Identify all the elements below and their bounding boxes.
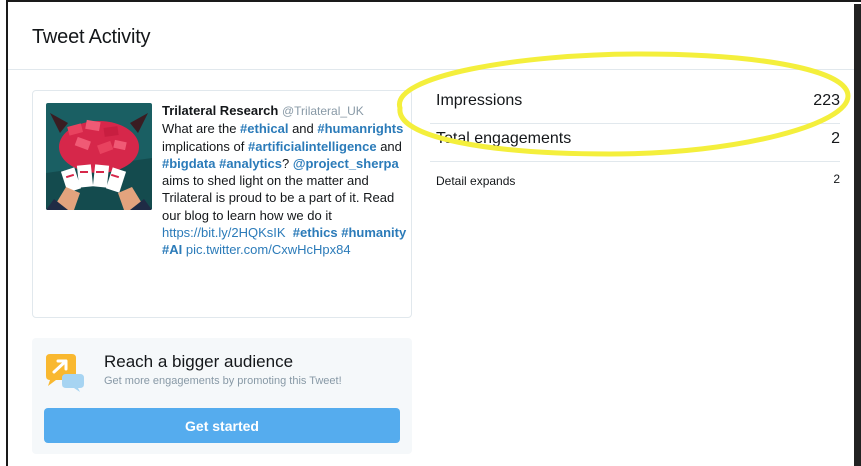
hashtag-link[interactable]: #AI	[162, 242, 182, 257]
hashtag-link[interactable]: #humanrights	[317, 121, 403, 136]
dialog-title: Tweet Activity	[32, 26, 151, 48]
hashtag-link[interactable]: #ethics	[293, 225, 338, 240]
author-handle[interactable]: @Trilateral_UK	[282, 104, 364, 118]
tweet-card[interactable]: Trilateral Research @Trilateral_UK What …	[32, 90, 412, 318]
author-name[interactable]: Trilateral Research	[162, 103, 278, 118]
metric-label: Impressions	[436, 92, 523, 109]
hashtag-link[interactable]: #humanity	[341, 225, 406, 240]
hashtag-link[interactable]: #artificialintelligence	[248, 139, 377, 154]
hashtag-link[interactable]: #bigdata	[162, 156, 215, 171]
tweet-text-segment: and	[376, 138, 402, 154]
tweet-text: Trilateral Research @Trilateral_UK What …	[162, 102, 407, 259]
tweet-text-segment: and	[288, 121, 318, 137]
promote-subtitle: Get more engagements by promoting this T…	[104, 375, 342, 387]
get-started-button[interactable]: Get started	[44, 408, 400, 443]
metric-value: 223	[813, 92, 840, 109]
metric-row-detail-expands: Detail expands 2	[430, 162, 840, 194]
metric-label: Total engagements	[436, 130, 572, 147]
dialog-header: Tweet Activity	[8, 2, 861, 70]
blog-link[interactable]: https://bit.ly/2HQKsIK	[162, 225, 286, 240]
hashtag-link[interactable]: #analytics	[219, 156, 282, 171]
mention-link[interactable]: @project_sherpa	[293, 156, 399, 171]
promote-title: Reach a bigger audience	[104, 352, 294, 371]
tweet-text-segment: ?	[281, 155, 293, 171]
metrics-panel: Impressions 223 Total engagements 2 Deta…	[430, 86, 840, 194]
metric-value: 2	[833, 172, 840, 186]
window-right-border	[854, 4, 861, 466]
pic-link[interactable]: pic.twitter.com/CxwHcHpx84	[186, 242, 351, 257]
tweet-image-cards-held-by-hands	[46, 103, 152, 210]
tweet-text-segment: implications of	[162, 138, 248, 154]
tweet-image[interactable]	[46, 103, 152, 210]
hashtag-link[interactable]: #ethical	[240, 121, 288, 136]
promote-panel: Reach a bigger audience Get more engagem…	[32, 338, 412, 454]
tweet-text-segment: aims to shed light on the matter and Tri…	[162, 173, 395, 223]
tweet-text-segment: What are the	[162, 121, 241, 137]
metric-row-impressions: Impressions 223	[430, 86, 840, 124]
metric-value: 2	[831, 130, 840, 147]
metric-row-total-engagements[interactable]: Total engagements 2	[430, 124, 840, 162]
promote-megaphone-icon	[42, 352, 86, 392]
tweet-activity-dialog: Tweet Activity Trilateral Research @Tril…	[6, 0, 861, 466]
metric-label: Detail expands	[436, 174, 516, 188]
